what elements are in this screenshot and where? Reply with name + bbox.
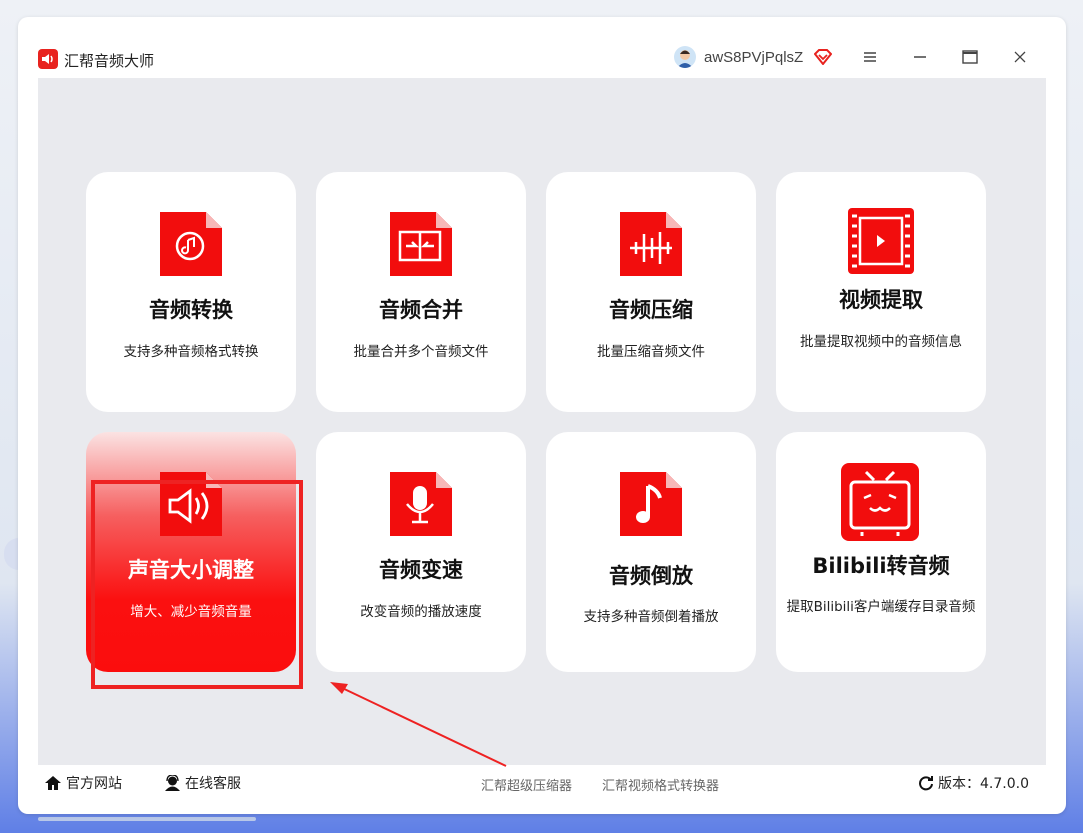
super-compressor-link[interactable]: 汇帮超级压缩器	[481, 775, 572, 794]
microphone-icon	[390, 472, 452, 536]
card-title: 音频压缩	[609, 298, 693, 322]
video-extract-icon	[848, 208, 914, 274]
card-title: 音频倒放	[609, 564, 693, 588]
menu-icon[interactable]	[861, 48, 879, 66]
version-label: 版本：4.7.0.0	[938, 776, 1029, 792]
version-info[interactable]: 版本：4.7.0.0	[918, 773, 1029, 793]
bilibili-tv-icon	[841, 463, 919, 541]
home-icon	[45, 776, 61, 790]
annotation-highlight-box	[91, 480, 303, 689]
maximize-icon[interactable]	[961, 48, 979, 66]
card-desc: 批量合并多个音频文件	[353, 344, 489, 360]
card-audio-reverse[interactable]: 音频倒放 支持多种音频倒着播放	[546, 432, 756, 672]
audio-merge-icon	[390, 212, 452, 276]
title-bar: 汇帮音频大师 awS8PVjPqlsZ	[18, 17, 1066, 78]
card-audio-compress[interactable]: 音频压缩 批量压缩音频文件	[546, 172, 756, 412]
status-bar: 官方网站 在线客服 汇帮超级压缩器 汇帮视频格式转换器 版本：4.7.0.0	[38, 765, 1046, 797]
app-title: 汇帮音频大师	[64, 52, 155, 70]
refresh-icon	[919, 776, 933, 791]
background-taskbar-strip	[38, 817, 256, 821]
card-audio-speed[interactable]: 音频变速 改变音频的播放速度	[316, 432, 526, 672]
card-title: 视频提取	[839, 288, 923, 312]
user-avatar[interactable]	[674, 46, 696, 68]
card-desc: 提取Bilibili客户端缓存目录音频	[786, 599, 976, 615]
official-website-link[interactable]: 官方网站	[44, 773, 122, 793]
card-desc: 改变音频的播放速度	[360, 604, 482, 620]
username-label[interactable]: awS8PVjPqlsZ	[704, 49, 803, 66]
card-title: 音频变速	[379, 558, 463, 582]
card-audio-merge[interactable]: 音频合并 批量合并多个音频文件	[316, 172, 526, 412]
audio-compress-icon	[620, 212, 682, 276]
music-note-icon	[620, 472, 682, 536]
online-support-link[interactable]: 在线客服	[164, 773, 241, 793]
app-window: 汇帮音频大师 awS8PVjPqlsZ 官方网站 在线客服 汇帮超级压缩器 汇帮…	[18, 17, 1066, 814]
card-desc: 批量提取视频中的音频信息	[800, 334, 962, 350]
video-converter-link[interactable]: 汇帮视频格式转换器	[602, 775, 719, 794]
close-icon[interactable]	[1011, 48, 1029, 66]
card-title: Bilibili转音频	[812, 554, 950, 578]
card-bilibili-audio[interactable]: Bilibili转音频 提取Bilibili客户端缓存目录音频	[776, 432, 986, 672]
audio-convert-icon	[160, 212, 222, 276]
app-logo-icon	[38, 49, 58, 69]
online-support-label: 在线客服	[185, 776, 241, 792]
vip-diamond-icon[interactable]	[814, 49, 832, 65]
official-website-label: 官方网站	[66, 776, 122, 792]
card-title: 音频合并	[379, 298, 463, 322]
card-desc: 支持多种音频格式转换	[123, 344, 259, 360]
card-desc: 批量压缩音频文件	[597, 344, 705, 360]
card-audio-convert[interactable]: 音频转换 支持多种音频格式转换	[86, 172, 296, 412]
card-title: 音频转换	[149, 298, 233, 322]
card-desc: 支持多种音频倒着播放	[583, 609, 719, 625]
card-video-extract[interactable]: 视频提取 批量提取视频中的音频信息	[776, 172, 986, 412]
minimize-icon[interactable]	[911, 48, 929, 66]
support-agent-icon	[165, 775, 180, 791]
annotation-arrow	[330, 682, 507, 767]
